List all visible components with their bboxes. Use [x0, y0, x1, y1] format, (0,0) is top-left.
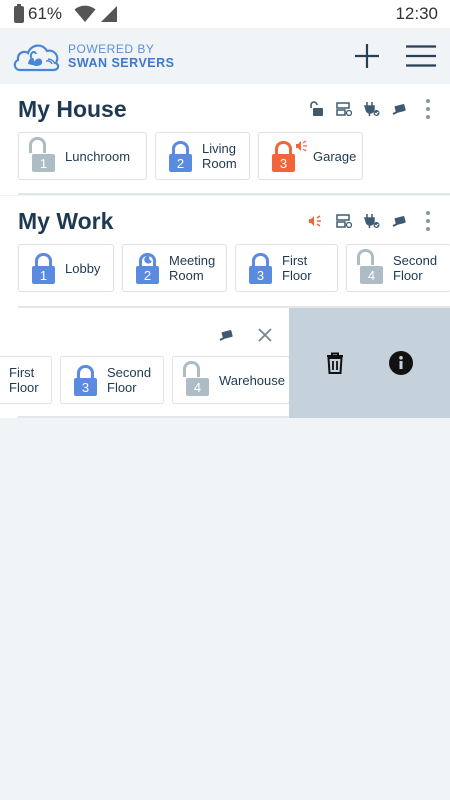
lock-tile[interactable]: 2 Living Room [155, 132, 250, 180]
trash-icon [326, 352, 343, 374]
group-title: My House [18, 96, 127, 122]
delete-button[interactable] [326, 352, 344, 374]
lock-list: 1 Lunchroom 2 Living Room 3 Garage [18, 132, 363, 180]
close-icon [258, 328, 272, 342]
divider [18, 416, 289, 418]
lock-label: First Floor [282, 253, 312, 283]
wifi-icon [74, 5, 96, 22]
group-card-my-work: My Work 1 Lobby 2 Meeting Room 3 First F… [0, 196, 450, 308]
info-icon [389, 351, 414, 375]
lock-tile[interactable]: 4 Warehouse [172, 356, 289, 404]
lock-label: Garage [313, 148, 357, 164]
signal-icon [101, 6, 118, 22]
close-button[interactable] [257, 327, 273, 343]
swan-cloud-icon [13, 44, 60, 72]
group-options-button[interactable] [420, 210, 436, 232]
power-check-icon [364, 102, 380, 116]
lock-tile[interactable]: 3 First Floor [235, 244, 338, 292]
group-card-my-house: My House 1 Lunchroom 2 Living Room 3 Gar… [0, 84, 450, 195]
add-button[interactable] [354, 43, 380, 69]
swiped-card-content: First Floor 3 Second Floor 4 Warehouse [0, 308, 289, 418]
group-card-swiped[interactable]: First Floor 3 Second Floor 4 Warehouse [0, 308, 450, 418]
camera-icon [392, 104, 406, 115]
lock-label: Second Floor [393, 253, 438, 283]
lock-label: Meeting Room [169, 253, 216, 283]
network-icon [336, 214, 352, 229]
plus-icon [355, 44, 379, 68]
lock-label: First Floor [9, 365, 39, 395]
group-title: My Work [18, 208, 114, 234]
power-check-icon [364, 214, 380, 228]
padlock-alarm-icon: 3 [271, 140, 307, 172]
padlock-unlocked-icon: 4 [183, 361, 211, 396]
lock-list: 1 Lobby 2 Meeting Room 3 First Floor 4 S… [18, 244, 450, 292]
padlock-unlocked-icon: 1 [29, 137, 57, 172]
alarm-speaker-icon [296, 140, 307, 152]
moon-icon [144, 255, 152, 264]
lock-tile[interactable]: 3 Garage [258, 132, 363, 180]
lock-label: Second Floor [107, 365, 152, 395]
lock-label: Lobby [65, 260, 101, 276]
info-button[interactable] [389, 351, 414, 375]
padlock-locked-icon: 1 [31, 252, 57, 284]
camera-icon [219, 330, 233, 341]
padlock-locked-icon: 3 [73, 364, 99, 396]
menu-button[interactable] [406, 45, 436, 67]
divider [18, 193, 450, 195]
lock-tile[interactable]: 1 Lunchroom [18, 132, 147, 180]
padlock-unlocked-icon: 4 [357, 249, 385, 284]
logo-line1: POWERED BY [68, 42, 155, 56]
unlocked-status-icon [310, 101, 323, 116]
padlock-scheduled-icon: 2 [135, 252, 161, 284]
lock-label: Warehouse [219, 372, 285, 388]
lock-tile[interactable]: 4 Second Floor [346, 244, 450, 292]
swan-servers-logo: POWERED BY SWAN SERVERS [12, 39, 175, 73]
lock-tile[interactable]: 1 Lobby [18, 244, 114, 292]
padlock-locked-icon: 3 [248, 252, 274, 284]
app-bar: POWERED BY SWAN SERVERS [0, 28, 450, 84]
lock-tile[interactable]: 3 Second Floor [60, 356, 164, 404]
network-icon [336, 102, 352, 117]
lock-tile[interactable]: 2 Meeting Room [122, 244, 227, 292]
battery-icon [14, 3, 24, 23]
lock-label: Living Room [202, 141, 237, 171]
camera-icon [392, 216, 406, 227]
lock-label: Lunchroom [65, 148, 131, 164]
padlock-locked-icon: 2 [168, 140, 194, 172]
alarm-icon [309, 215, 321, 227]
swipe-actions [289, 308, 450, 418]
battery-percent: 61% [28, 4, 63, 23]
lock-list: First Floor 3 Second Floor 4 Warehouse [0, 356, 289, 404]
clock: 12:30 [395, 4, 438, 23]
lock-tile[interactable]: First Floor [0, 356, 52, 404]
hamburger-icon [406, 45, 436, 67]
group-options-button[interactable] [420, 98, 436, 120]
status-bar: 61% 12:30 [0, 0, 450, 28]
logo-line2: SWAN SERVERS [68, 56, 175, 70]
